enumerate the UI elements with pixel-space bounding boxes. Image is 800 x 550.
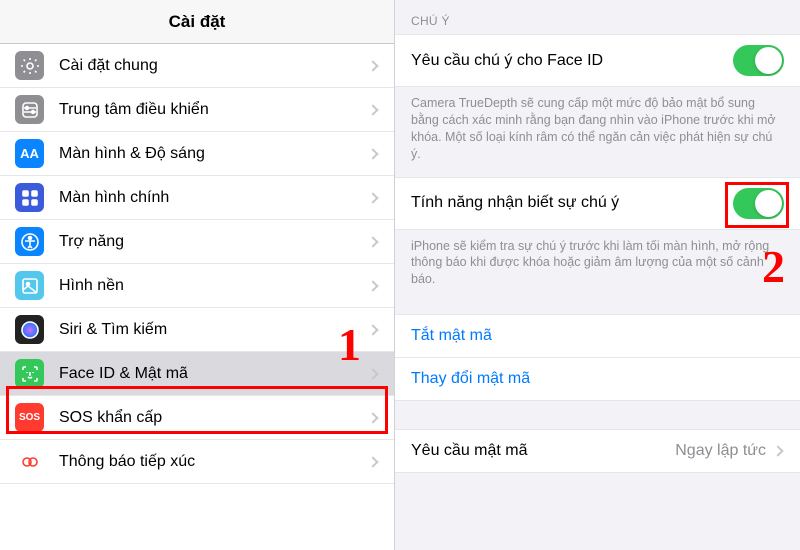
chevron-right-icon bbox=[367, 456, 378, 467]
settings-sidebar: Cài đặt Cài đặt chung Trung tâm điều khiể… bbox=[0, 0, 395, 550]
chevron-right-icon bbox=[367, 412, 378, 423]
sidebar-list: Cài đặt chung Trung tâm điều khiển AA Màn h… bbox=[0, 44, 394, 484]
grid-icon bbox=[15, 183, 44, 212]
link-turn-off-passcode[interactable]: Tắt mật mã bbox=[395, 314, 800, 358]
wallpaper-icon bbox=[15, 271, 44, 300]
chevron-right-icon bbox=[772, 445, 783, 456]
sidebar-item-0[interactable]: Cài đặt chung bbox=[0, 44, 394, 88]
sidebar-item-label: Thông báo tiếp xúc bbox=[59, 453, 369, 471]
row-label: Tính năng nhận biết sự chú ý bbox=[411, 194, 733, 212]
chevron-right-icon bbox=[367, 148, 378, 159]
sidebar-item-label: Cài đặt chung bbox=[59, 57, 369, 75]
faceid-icon bbox=[15, 359, 44, 388]
chevron-right-icon bbox=[367, 280, 378, 291]
row-label: Yêu cầu chú ý cho Face ID bbox=[411, 52, 733, 70]
sidebar-item-label: Siri & Tìm kiếm bbox=[59, 321, 369, 339]
chevron-right-icon bbox=[367, 368, 378, 379]
sidebar-item-2[interactable]: AA Màn hình & Độ sáng bbox=[0, 132, 394, 176]
sidebar-item-label: Màn hình chính bbox=[59, 189, 369, 207]
sidebar-item-label: Trung tâm điều khiển bbox=[59, 101, 369, 119]
row-require-passcode[interactable]: Yêu cầu mật mã Ngay lập tức bbox=[395, 429, 800, 473]
gear-icon bbox=[15, 51, 44, 80]
exposure-icon bbox=[15, 447, 44, 476]
footer-attention-aware: iPhone sẽ kiểm tra sự chú ý trước khi là… bbox=[395, 230, 800, 303]
sidebar-item-label: SOS khẩn cấp bbox=[59, 409, 369, 427]
row-label: Yêu cầu mật mã bbox=[411, 442, 675, 460]
siri-icon bbox=[15, 315, 44, 344]
sidebar-item-9[interactable]: Thông báo tiếp xúc bbox=[0, 440, 394, 484]
chevron-right-icon bbox=[367, 324, 378, 335]
footer-require-attention: Camera TrueDepth sẽ cung cấp một mức độ … bbox=[395, 87, 800, 177]
chevron-right-icon bbox=[367, 236, 378, 247]
sidebar-item-label: Màn hình & Độ sáng bbox=[59, 145, 369, 163]
chevron-right-icon bbox=[367, 60, 378, 71]
chevron-right-icon bbox=[367, 192, 378, 203]
sidebar-item-4[interactable]: Trợ năng bbox=[0, 220, 394, 264]
sidebar-item-8[interactable]: SOS SOS khẩn cấp bbox=[0, 396, 394, 440]
sidebar-item-1[interactable]: Trung tâm điều khiển bbox=[0, 88, 394, 132]
section-header-attention: CHÚ Ý bbox=[395, 0, 800, 34]
toggle-require-attention-faceid[interactable] bbox=[733, 45, 784, 76]
sidebar-item-7[interactable]: Face ID & Mật mã bbox=[0, 352, 394, 396]
SOS-icon: SOS bbox=[15, 403, 44, 432]
sidebar-item-5[interactable]: Hình nền bbox=[0, 264, 394, 308]
row-attention-aware[interactable]: Tính năng nhận biết sự chú ý bbox=[395, 177, 800, 230]
sidebar-item-label: Face ID & Mật mã bbox=[59, 365, 369, 383]
toggle-attention-aware[interactable] bbox=[733, 188, 784, 219]
sidebar-item-3[interactable]: Màn hình chính bbox=[0, 176, 394, 220]
sidebar-item-label: Hình nền bbox=[59, 277, 369, 295]
chevron-right-icon bbox=[367, 104, 378, 115]
sidebar-title: Cài đặt bbox=[169, 12, 226, 32]
link-change-passcode[interactable]: Thay đổi mật mã bbox=[395, 358, 800, 401]
AA-icon: AA bbox=[15, 139, 44, 168]
detail-pane: CHÚ Ý Yêu cầu chú ý cho Face ID Camera T… bbox=[395, 0, 800, 550]
row-require-attention-faceid[interactable]: Yêu cầu chú ý cho Face ID bbox=[395, 34, 800, 87]
sliders-icon bbox=[15, 95, 44, 124]
sidebar-item-label: Trợ năng bbox=[59, 233, 369, 251]
access-icon bbox=[15, 227, 44, 256]
sidebar-header: Cài đặt bbox=[0, 0, 394, 44]
sidebar-item-6[interactable]: Siri & Tìm kiếm bbox=[0, 308, 394, 352]
row-value: Ngay lập tức bbox=[675, 442, 766, 460]
